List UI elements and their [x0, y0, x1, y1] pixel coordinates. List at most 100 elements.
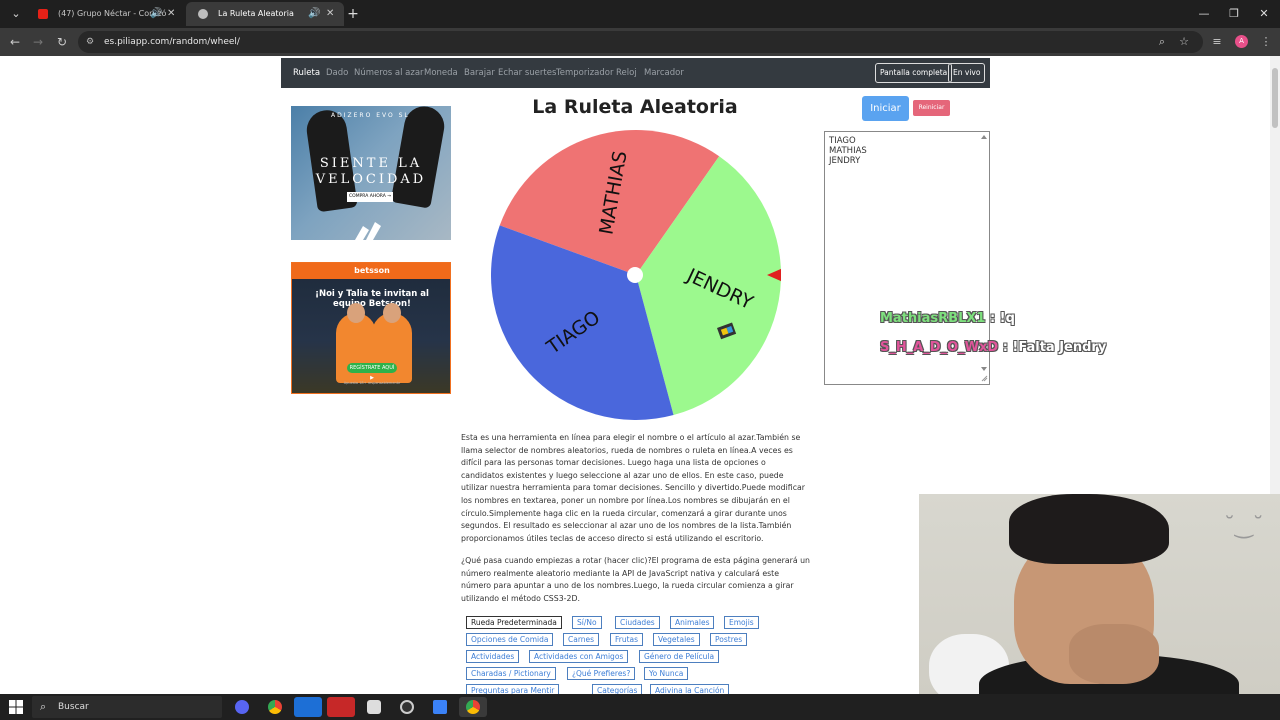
nav-link-reloj[interactable]: Reloj [616, 58, 637, 88]
nav-link-numeros[interactable]: Números al azar [354, 58, 424, 88]
spin-wheel[interactable]: MATHIAS JENDRY TIAGO [491, 130, 781, 420]
tab-grupo-nectar[interactable]: (47) Grupo Néctar - Corazó 🔊 ✕ [26, 2, 184, 26]
preset-chip[interactable]: Sí/No [572, 616, 602, 629]
new-tab-button[interactable]: + [337, 0, 369, 28]
bookmark-star-icon[interactable]: ☆ [1176, 34, 1192, 50]
preset-chip[interactable]: Rueda Predeterminada [466, 616, 562, 629]
ad-top-text: ADIZERO EVO SL [331, 112, 410, 119]
tab-close-icon[interactable]: ✕ [167, 2, 175, 26]
brand-stripes-icon [355, 222, 381, 240]
nav-link-dado[interactable]: Dado [326, 58, 348, 88]
shield-app-icon[interactable] [360, 697, 388, 717]
reset-button[interactable]: Reiniciar [913, 100, 950, 116]
voicemeeter-app-icon[interactable] [327, 697, 355, 717]
nav-link-marcador[interactable]: Marcador [644, 58, 684, 88]
chat-username: MathiasRBLX1 [880, 311, 986, 326]
reload-icon[interactable]: ↻ [54, 34, 70, 50]
zoom-icon[interactable]: ⌕ [1154, 34, 1170, 50]
omnibox[interactable]: ⚙ es.piliapp.com/random/wheel/ [78, 31, 1203, 53]
name-line: JENDRY [829, 156, 861, 166]
url-text[interactable]: es.piliapp.com/random/wheel/ [104, 31, 240, 53]
search-icon: ⌕ [40, 700, 47, 713]
windows-start-icon[interactable] [9, 700, 23, 714]
preset-chip[interactable]: Yo Nunca [644, 667, 689, 680]
preset-chip[interactable]: Charadas / Pictionary [466, 667, 556, 680]
ad-headline-2: VELOCIDAD [315, 172, 427, 187]
speaker-icon[interactable]: 🔊 [308, 2, 320, 26]
ad-banner-shoes[interactable]: ADIZERO EVO SL SIENTE LA VELOCIDAD COMPR… [291, 106, 451, 240]
preset-chip[interactable]: Actividades [466, 650, 520, 663]
youtube-icon [38, 9, 48, 19]
preset-chip[interactable]: Animales [670, 616, 715, 629]
nav-link-moneda[interactable]: Moneda [424, 58, 458, 88]
scrollbar-thumb[interactable] [1272, 68, 1278, 128]
preset-chip[interactable]: Preguntas para Mentir [466, 684, 560, 694]
preset-chip[interactable]: Adivina la Canción [650, 684, 730, 694]
preset-chip[interactable]: Emojis [724, 616, 759, 629]
page-title: La Ruleta Aleatoria [532, 96, 738, 118]
tab-ruleta[interactable]: La Ruleta Aleatoria 🔊 ✕ [186, 2, 344, 26]
taskbar-search[interactable]: ⌕ Buscar [32, 696, 222, 718]
webcam-hand [1069, 624, 1159, 684]
reading-list-icon[interactable]: ≡ [1209, 34, 1225, 50]
preset-chip[interactable]: Carnes [563, 633, 600, 646]
speaker-icon[interactable]: 🔊 [150, 2, 162, 26]
back-icon[interactable]: ← [7, 34, 23, 50]
preset-chip[interactable]: Vegetales [653, 633, 700, 646]
nav-link-echar-suertes[interactable]: Echar suertes [498, 58, 556, 88]
preset-chip[interactable]: Género de Película [639, 650, 720, 663]
close-window-icon[interactable]: ✕ [1248, 0, 1280, 28]
chat-message: S_H_A_D_O_WxD : !Falta Jendry [880, 340, 1106, 355]
web-page: Ruleta Dado Números al azar Moneda Baraj… [0, 56, 1280, 694]
site-info-icon[interactable]: ⚙ [86, 36, 98, 48]
preset-chip[interactable]: Categorías [592, 684, 643, 694]
obs-app-icon[interactable] [393, 697, 421, 717]
taskbar: ⌕ Buscar [0, 694, 1280, 720]
webcam-overlay: ˘‿˘ [919, 494, 1280, 694]
nav-link-barajar[interactable]: Barajar [464, 58, 495, 88]
preset-chip[interactable]: Ciudades [615, 616, 660, 629]
profile-avatar[interactable]: A [1235, 35, 1248, 48]
live-button[interactable]: En vivo [948, 63, 986, 83]
chat-username: S_H_A_D_O_WxD [880, 340, 999, 355]
name-line: TIAGO [829, 136, 856, 146]
ad-cta[interactable]: REGÍSTRATE AQUÍ ▶ [347, 363, 397, 381]
wall-doodle: ˘‿˘ [1224, 514, 1264, 539]
ad-person-face [347, 303, 365, 323]
discord-app-icon[interactable] [228, 697, 256, 717]
menu-icon[interactable]: ⋮ [1258, 34, 1274, 50]
chrome-active-app-icon[interactable] [459, 697, 487, 717]
tab-close-icon[interactable]: ✕ [326, 2, 334, 26]
description-paragraph: ¿Qué pasa cuando empiezas a rotar (hacer… [461, 556, 810, 603]
description-paragraph: Esta es una herramienta en línea para el… [461, 433, 805, 543]
ad-brand: betsson [292, 263, 450, 279]
minimize-icon[interactable]: — [1188, 0, 1220, 28]
address-bar: ← → ↻ ⚙ es.piliapp.com/random/wheel/ ⌕ ☆… [0, 28, 1280, 56]
window-app-icon[interactable] [426, 697, 454, 717]
preset-chip[interactable]: Postres [710, 633, 748, 646]
globe-icon [198, 9, 208, 19]
ad-banner-betsson[interactable]: betsson ¡Noi y Talia te invitan al equip… [291, 262, 451, 394]
restore-icon[interactable]: ❐ [1218, 0, 1250, 28]
chrome-app-icon[interactable] [261, 697, 289, 717]
fullscreen-button[interactable]: Pantalla completa [875, 63, 953, 83]
blue-app-icon[interactable] [294, 697, 322, 717]
preset-chip[interactable]: Opciones de Comida [466, 633, 554, 646]
site-navbar: Ruleta Dado Números al azar Moneda Baraj… [281, 58, 990, 88]
browser-tab-strip: ⌄ (47) Grupo Néctar - Corazó 🔊 ✕ La Rule… [0, 0, 1280, 28]
preset-chip[interactable]: Frutas [610, 633, 644, 646]
search-placeholder: Buscar [58, 702, 89, 712]
ad-cta[interactable]: COMPRA AHORA → [347, 192, 393, 202]
chat-text: : !Falta Jendry [998, 340, 1107, 355]
forward-icon[interactable]: → [30, 34, 46, 50]
start-button[interactable]: Iniciar [862, 96, 909, 121]
preset-chip[interactable]: Actividades con Amigos [529, 650, 629, 663]
chat-text: : !q [985, 311, 1015, 326]
wheel-center-dot [627, 267, 643, 283]
nav-link-temporizador[interactable]: Temporizador [556, 58, 613, 88]
webcam-hair [1009, 494, 1169, 564]
ad-headline: ¡Noi y Talia te invitan al equipo Betsso… [315, 289, 429, 309]
preset-chip[interactable]: ¿Qué Prefieres? [567, 667, 636, 680]
nav-link-ruleta[interactable]: Ruleta [293, 58, 320, 88]
ad-fine-print: Apuesta 18+ responsablemente [343, 381, 401, 385]
